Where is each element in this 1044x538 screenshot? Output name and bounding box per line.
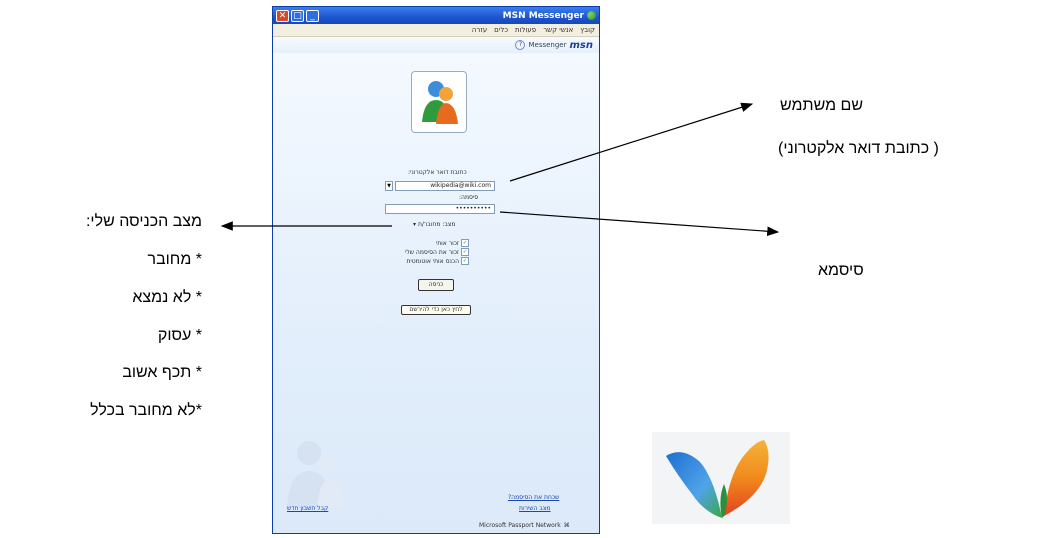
status-annotation-title: מצב הכניסה שלי: (85, 213, 202, 230)
msn-butterfly-logo (652, 432, 790, 524)
annotation-arrows (220, 102, 780, 237)
status-item: * תכף אשוב (122, 364, 202, 381)
status-item: * לא נמצא (132, 289, 202, 306)
password-annotation: סיסמא (818, 262, 864, 279)
butterfly-icon (666, 440, 769, 518)
status-item: * עסוק (157, 327, 202, 344)
username-annotation: שם משתמש (780, 97, 864, 114)
password-arrow (499, 211, 780, 237)
status-item: *לא מחובר בכלל (90, 402, 202, 419)
username-arrow (509, 102, 754, 182)
username-annotation-sub: ( כתובת דואר אלקטרוני) (778, 140, 939, 157)
status-item: * מחובר (147, 251, 202, 268)
